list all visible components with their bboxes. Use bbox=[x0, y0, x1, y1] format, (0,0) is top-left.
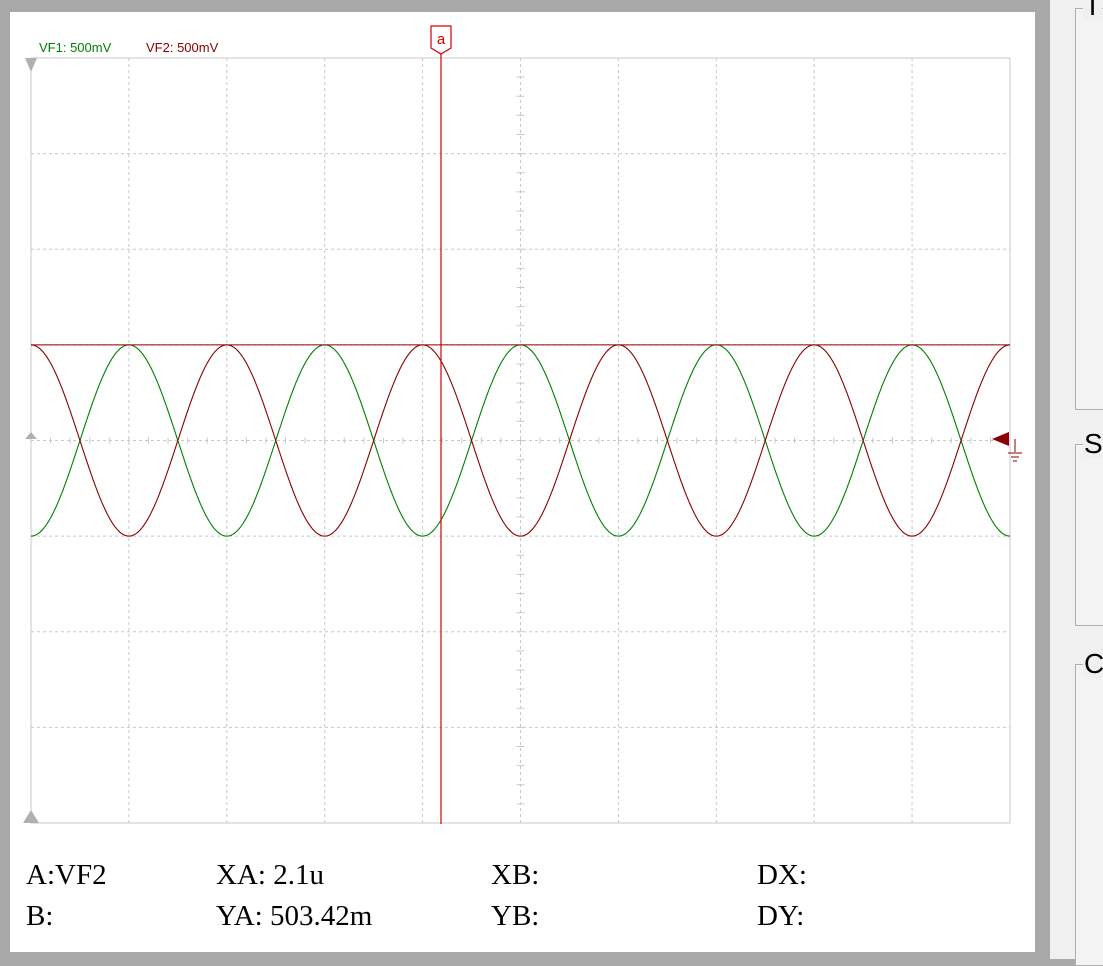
cursor-a-label: a bbox=[437, 31, 446, 48]
group-box-bottom-title: C bbox=[1083, 650, 1103, 678]
readout-dx-label: DX: bbox=[757, 859, 807, 891]
readout-b-label: B: bbox=[26, 900, 54, 932]
readout-xb-label: XB: bbox=[491, 859, 540, 891]
readout-xb: XB: bbox=[491, 859, 539, 891]
channel-vf1-label: VF1: 500mV bbox=[39, 40, 112, 55]
readout-yb-label: YB: bbox=[491, 900, 540, 932]
group-box-top-title: T bbox=[1083, 0, 1103, 20]
readout-dy: DY: bbox=[757, 900, 804, 932]
oscilloscope-window: VF1: 500mV VF2: 500mV a A:VF2 B: XA: 2.1… bbox=[10, 12, 1035, 952]
channel-vf2-label: VF2: 500mV bbox=[146, 40, 219, 55]
oscilloscope-display[interactable]: VF1: 500mV VF2: 500mV a bbox=[10, 12, 1035, 952]
readout-ya-label: YA: bbox=[216, 900, 263, 932]
group-box-middle bbox=[1075, 444, 1103, 626]
readout-dx: DX: bbox=[757, 859, 807, 891]
readout-a-value: VF2 bbox=[55, 859, 107, 891]
readout-xa-label: XA: bbox=[216, 859, 266, 891]
readout-ya: YA: 503.42m bbox=[216, 900, 372, 932]
readout-xa: XA: 2.1u bbox=[216, 859, 324, 891]
readout-ya-value: 503.42m bbox=[269, 900, 373, 932]
group-box-bottom bbox=[1075, 664, 1103, 966]
group-box-middle-title: S bbox=[1083, 428, 1103, 459]
readout-b: B: bbox=[26, 900, 53, 932]
readout-xa-value: 2.1u bbox=[273, 859, 324, 891]
readout-a-label: A: bbox=[26, 859, 55, 891]
readout-a: A:VF2 bbox=[26, 859, 107, 891]
group-box-top bbox=[1075, 8, 1103, 410]
readout-yb: YB: bbox=[491, 900, 539, 932]
readout-dy-label: DY: bbox=[757, 900, 805, 932]
